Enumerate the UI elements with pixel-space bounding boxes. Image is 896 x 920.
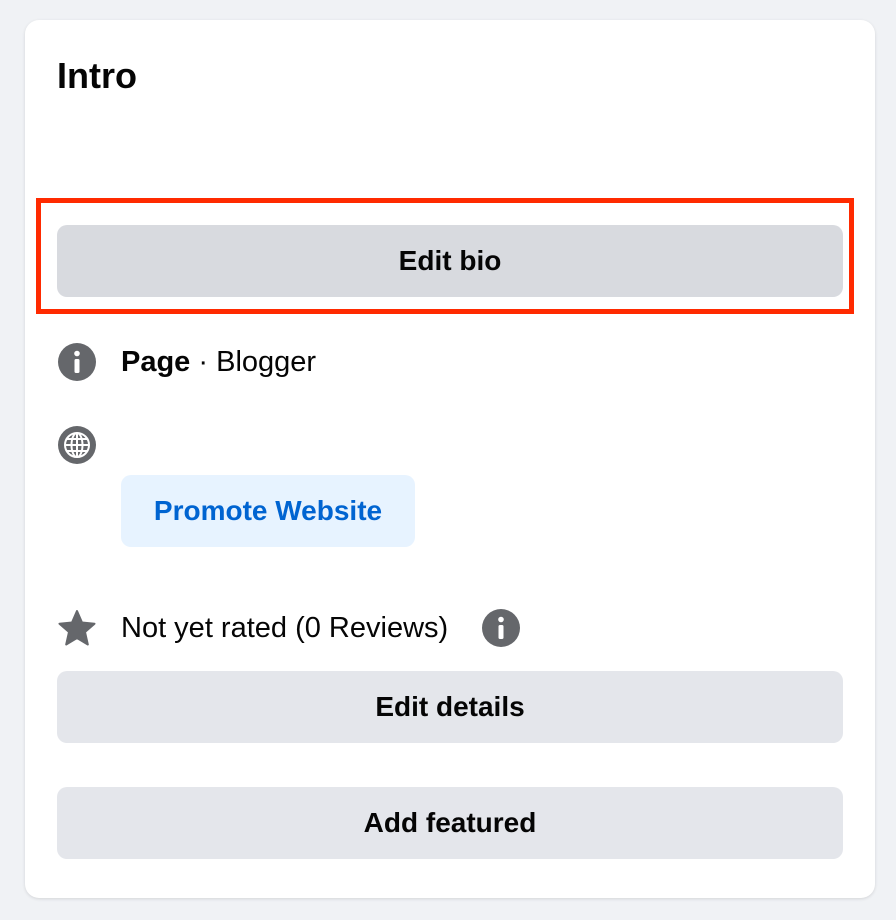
category-label: Blogger (216, 346, 317, 378)
globe-icon (57, 425, 97, 465)
info-icon (57, 342, 97, 382)
page-category: Page · Blogger (121, 342, 316, 382)
star-icon (57, 608, 97, 648)
page-type-label: Page (121, 346, 191, 378)
edit-bio-button[interactable]: Edit bio (57, 225, 843, 297)
edit-details-button[interactable]: Edit details (57, 671, 843, 743)
intro-card: Intro Edit bio Page · Blogger Promote We… (25, 20, 875, 898)
category-separator: · (198, 346, 209, 378)
rating-status-text: Not yet rated (0 Reviews) (121, 612, 449, 644)
promote-website-button[interactable]: Promote Website (121, 475, 415, 547)
add-featured-button[interactable]: Add featured (57, 787, 843, 859)
intro-title: Intro (57, 55, 137, 96)
rating-info-icon[interactable] (481, 608, 521, 648)
